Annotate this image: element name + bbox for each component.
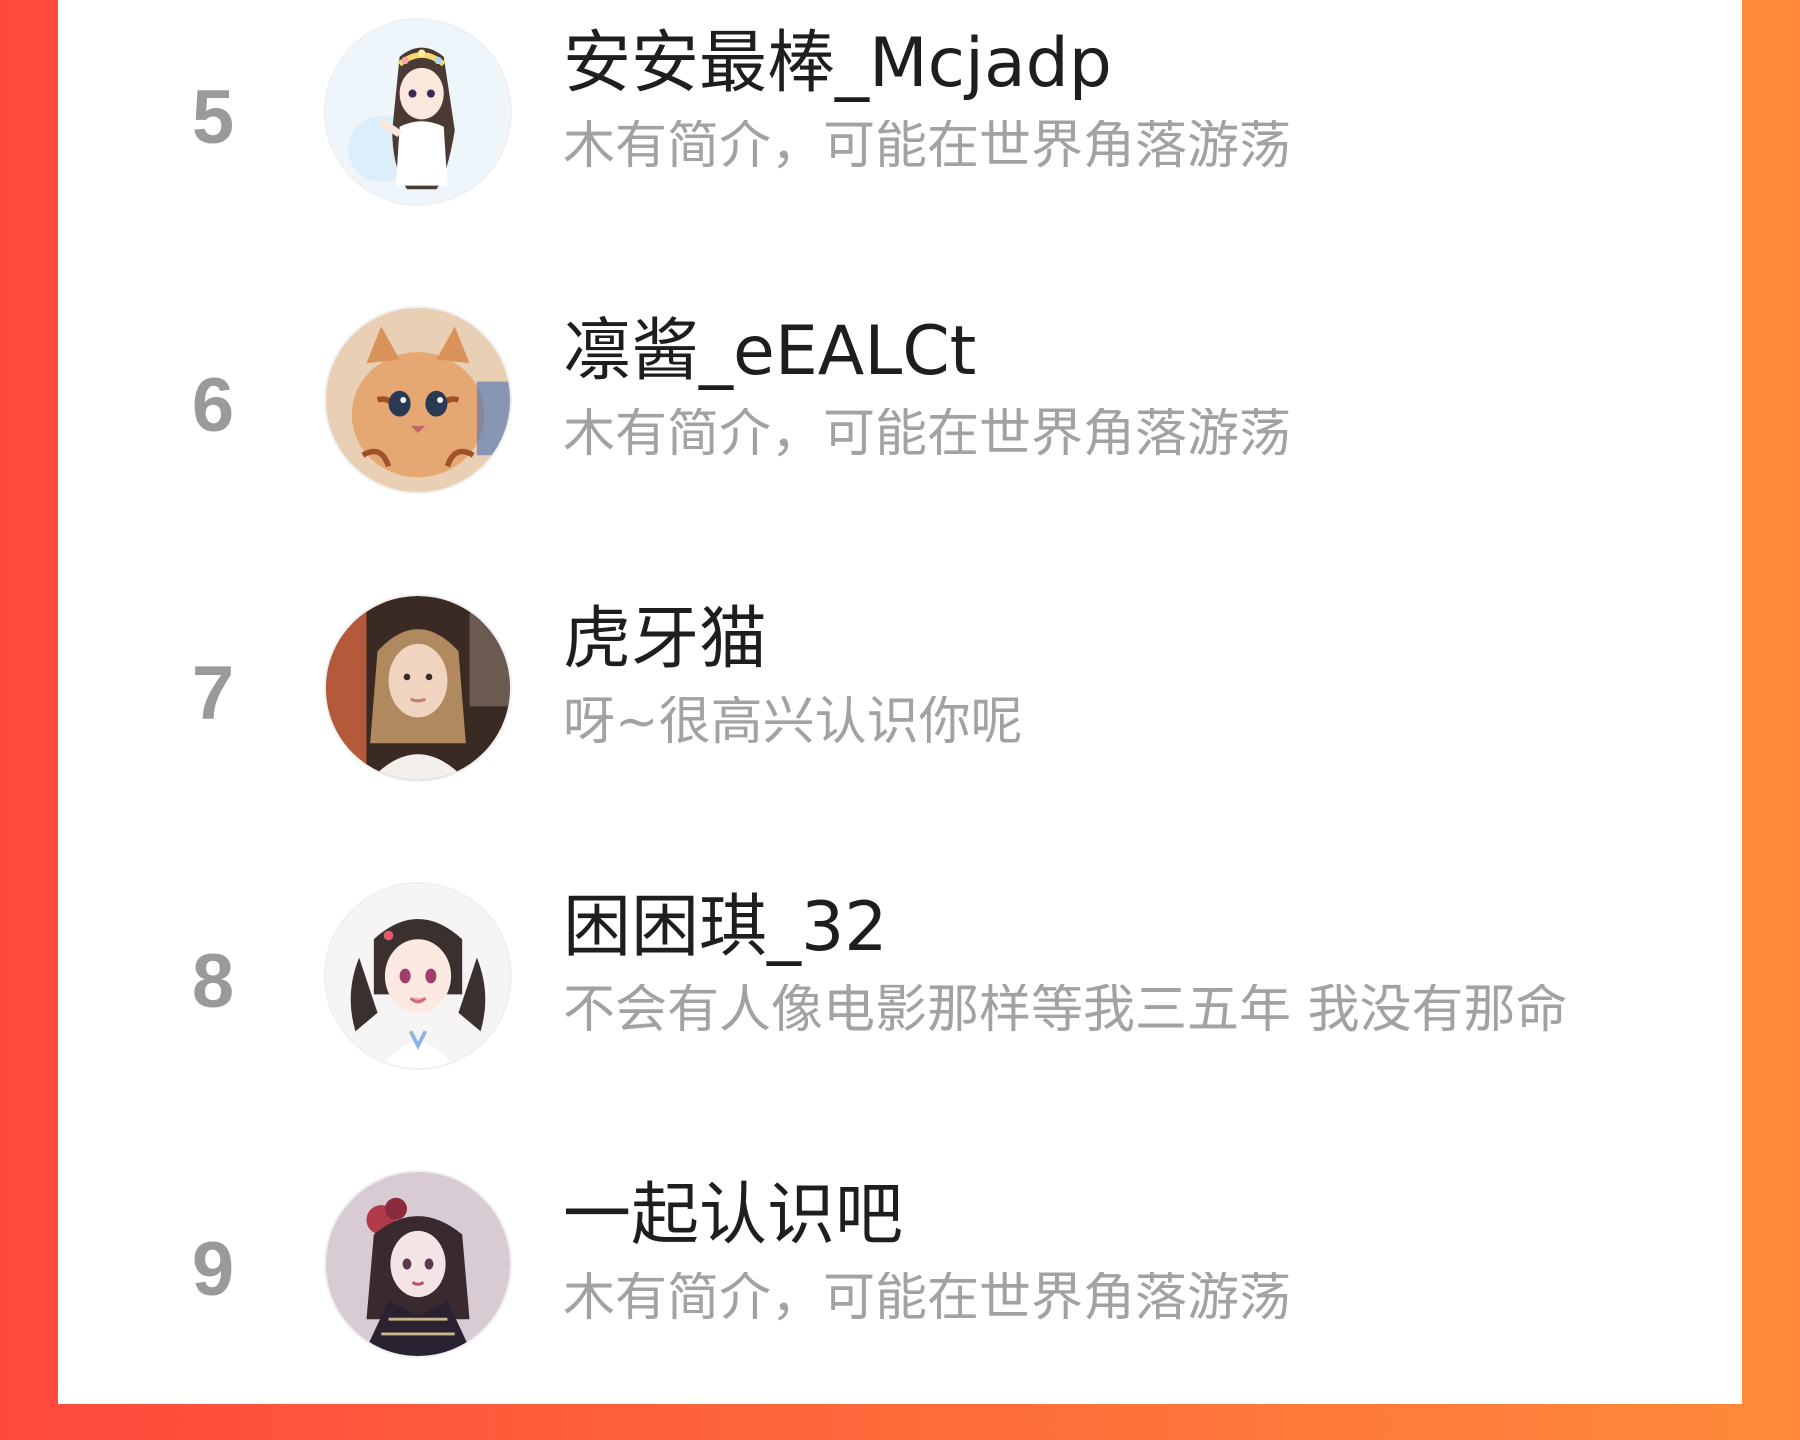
avatar[interactable] (324, 1170, 512, 1358)
user-bio: 木有简介，可能在世界角落游荡 (563, 408, 1292, 460)
avatar[interactable] (324, 18, 512, 206)
list-item[interactable]: 6 凛酱_eEALCt 木有简介，可能在世界角落游荡 (58, 288, 1742, 576)
rank-number: 7 (191, 651, 235, 736)
avatar[interactable] (324, 594, 512, 782)
rank-number: 5 (191, 75, 235, 160)
rank-number: 9 (191, 1227, 235, 1312)
avatar[interactable] (324, 882, 512, 1070)
user-name: 一起认识吧 (563, 1176, 904, 1255)
user-bio: 呀~很高兴认识你呢 (563, 696, 1023, 748)
user-bio: 木有简介，可能在世界角落游荡 (563, 120, 1292, 172)
user-name: 凛酱_eEALCt (563, 312, 977, 391)
list-item[interactable]: 5 安安最棒_Mcjadp 木有简介，可能在世界角落游荡 (58, 0, 1742, 288)
user-bio: 不会有人像电影那样等我三五年 我没有那命 (563, 984, 1568, 1036)
gothic-girl-avatar-icon (326, 1172, 510, 1356)
list-item[interactable]: 8 困困琪_32 不会有人像电影那样等我三五年 我没有那命 (58, 864, 1742, 1152)
rank-number: 8 (191, 939, 235, 1024)
list-item[interactable]: 9 一起认识吧 木有简介，可能在世界角落游荡 (58, 1152, 1742, 1440)
rank-number: 6 (191, 363, 235, 448)
photo-woman-avatar-icon (326, 596, 510, 780)
user-name: 安安最棒_Mcjadp (563, 24, 1112, 103)
anime-girl-twin-tails-avatar-icon (326, 884, 510, 1068)
anime-girl-flower-crown-avatar-icon (326, 20, 510, 204)
user-name: 困困琪_32 (563, 888, 888, 967)
user-bio: 木有简介，可能在世界角落游荡 (563, 1272, 1292, 1324)
app-frame: 5 安安最棒_Mcjadp 木有简介，可能在世界角落游荡 6 凛酱_eEALCt… (0, 0, 1800, 1404)
avatar[interactable] (324, 306, 512, 494)
tiger-cat-avatar-icon (326, 308, 510, 492)
ranking-list-panel: 5 安安最棒_Mcjadp 木有简介，可能在世界角落游荡 6 凛酱_eEALCt… (58, 0, 1742, 1404)
list-item[interactable]: 7 虎牙猫 呀~很高兴认识你呢 (58, 576, 1742, 864)
user-name: 虎牙猫 (563, 600, 768, 679)
